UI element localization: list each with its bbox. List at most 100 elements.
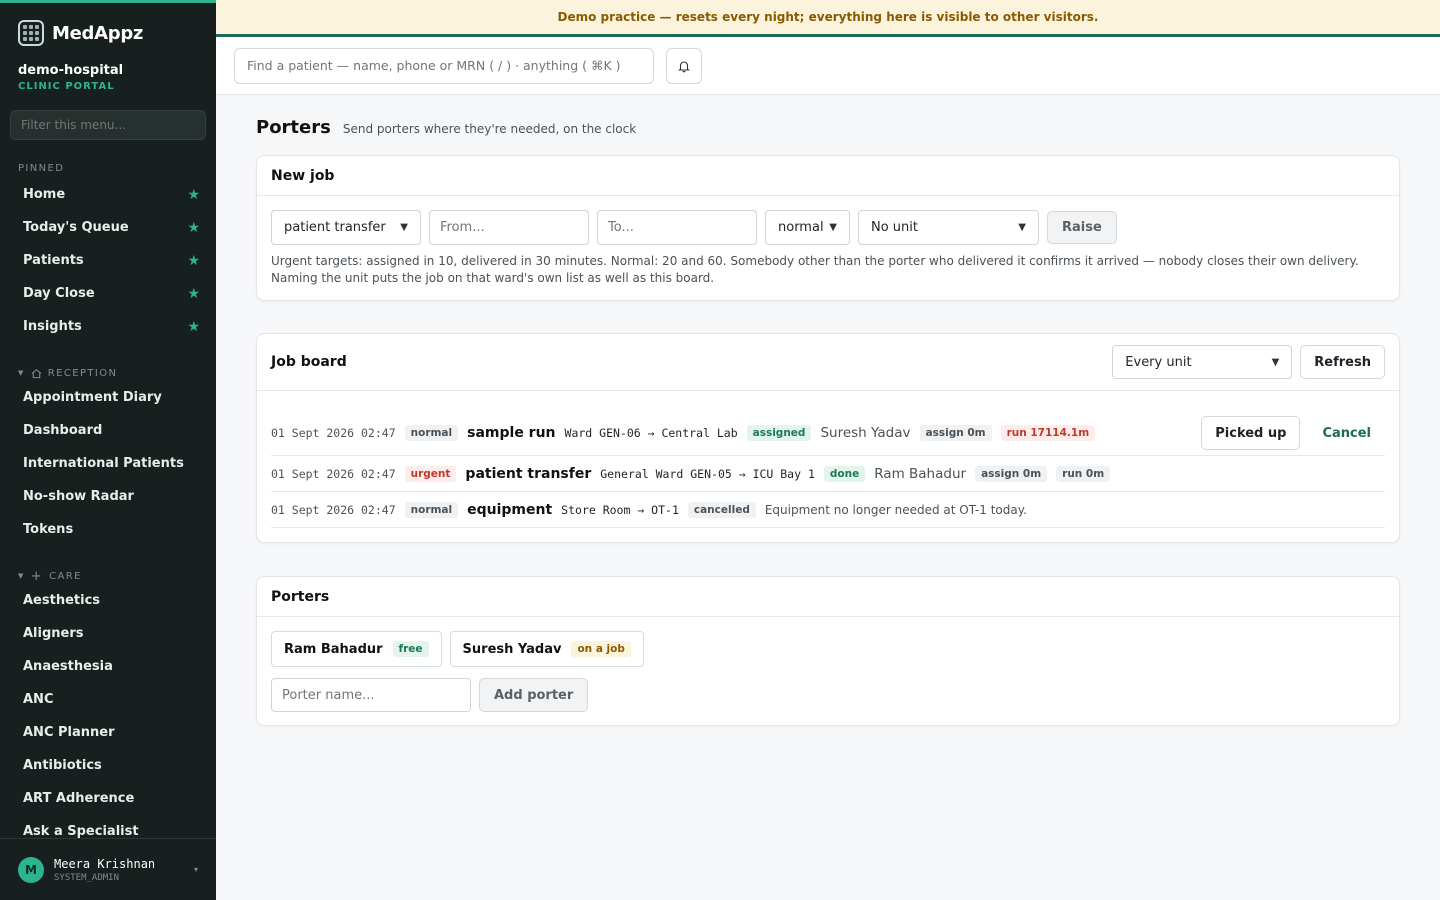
star-icon[interactable]: ★ [187, 319, 200, 335]
chevron-down-icon: ▼ [1018, 222, 1026, 233]
sidebar-item-todays-queue[interactable]: Today's Queue ★ [0, 211, 216, 244]
unit-filter-select[interactable]: Every unit ▼ [1112, 345, 1293, 379]
priority-badge: normal [404, 425, 459, 441]
status-badge: assigned [746, 425, 812, 441]
sidebar-item-aligners[interactable]: Aligners [0, 617, 216, 650]
job-type: sample run [467, 425, 556, 441]
job-type-select[interactable]: patient transfer ▼ [271, 210, 421, 245]
user-menu[interactable]: M Meera Krishnan SYSTEM_ADMIN ▾ [0, 838, 216, 900]
job-note: Equipment no longer needed at OT-1 today… [764, 502, 1027, 517]
menu-filter-input[interactable] [10, 110, 206, 140]
cancel-button[interactable]: Cancel [1308, 426, 1385, 441]
job-time: 01 Sept 2026 02:47 [271, 426, 396, 440]
job-board-card: Job board Every unit ▼ Refresh 01 Sept 20… [256, 333, 1400, 543]
new-job-card: New job patient transfer▼ normal▼ No uni… [256, 155, 1400, 301]
section-label-reception[interactable]: ▼ RECEPTION [0, 365, 216, 381]
brand-name: MedAppz [52, 22, 144, 44]
section-label-pinned: PINNED [18, 162, 65, 174]
porter-chip[interactable]: Ram Bahadur free [271, 631, 442, 667]
run-time-badge: run 17114.1m [1000, 425, 1096, 441]
new-job-hint: Urgent targets: assigned in 10, delivere… [271, 254, 1359, 285]
porter-name-input[interactable] [271, 678, 471, 712]
caret-down-icon: ▼ [18, 369, 25, 377]
job-board-title: Job board [271, 354, 347, 370]
sidebar: MedAppz demo-hospital CLINIC PORTAL PINN… [0, 0, 216, 900]
user-role: SYSTEM_ADMIN [54, 872, 120, 883]
picked-up-button[interactable]: Picked up [1201, 416, 1301, 450]
assigned-porter: Ram Bahadur [874, 465, 967, 482]
sidebar-item-anc[interactable]: ANC [0, 683, 216, 716]
chevron-down-icon: ▼ [829, 222, 837, 233]
star-icon[interactable]: ★ [187, 187, 200, 203]
sidebar-item-day-close[interactable]: Day Close ★ [0, 277, 216, 310]
star-icon[interactable]: ★ [187, 286, 200, 302]
org-name: demo-hospital [18, 63, 124, 78]
porters-title: Porters [257, 577, 1399, 617]
job-type: patient transfer [465, 465, 592, 482]
org-subtitle: CLINIC PORTAL [18, 81, 115, 92]
priority-badge: normal [404, 501, 459, 518]
porter-name: Ram Bahadur [284, 641, 383, 657]
chevron-down-icon: ▼ [1271, 356, 1280, 368]
page-header: Porters Send porters where they're neede… [256, 117, 1400, 138]
to-input[interactable] [597, 210, 757, 245]
bell-icon [678, 60, 690, 72]
from-input[interactable] [429, 210, 589, 245]
sidebar-item-patients[interactable]: Patients ★ [0, 244, 216, 277]
page-title: Porters [256, 117, 331, 138]
porter-chip[interactable]: Suresh Yadav on a job [449, 631, 644, 667]
priority-select[interactable]: normal ▼ [765, 210, 850, 245]
sidebar-item-appointment-diary[interactable]: Appointment Diary [0, 381, 216, 414]
new-job-title: New job [257, 156, 1399, 196]
job-time: 01 Sept 2026 02:47 [271, 502, 396, 517]
sidebar-item-tokens[interactable]: Tokens [0, 513, 216, 546]
porter-name: Suresh Yadav [462, 641, 562, 657]
sidebar-item-anc-planner[interactable]: ANC Planner [0, 716, 216, 749]
refresh-button[interactable]: Refresh [1300, 345, 1385, 379]
user-name: Meera Krishnan [54, 856, 156, 871]
sidebar-item-dashboard[interactable]: Dashboard [0, 414, 216, 447]
caret-down-icon: ▼ [18, 572, 25, 580]
porter-status-badge: on a job [571, 641, 631, 657]
main-content: Porters Send porters where they're neede… [256, 95, 1400, 726]
page-subtitle: Send porters where they're needed, on th… [342, 122, 637, 136]
assign-time-badge: assign 0m [919, 425, 992, 441]
run-time-badge: run 0m [1056, 465, 1111, 482]
patient-search-input[interactable] [234, 47, 654, 84]
sidebar-item-international-patients[interactable]: International Patients [0, 447, 216, 480]
brand-logo-icon [18, 20, 44, 46]
job-row: 01 Sept 2026 02:47 normal equipment Stor… [271, 492, 1385, 528]
sidebar-item-insights[interactable]: Insights ★ [0, 310, 216, 343]
star-icon[interactable]: ★ [187, 220, 200, 236]
job-type: equipment [467, 501, 553, 518]
job-time: 01 Sept 2026 02:47 [271, 466, 396, 481]
sidebar-item-no-show-radar[interactable]: No-show Radar [0, 480, 216, 513]
notifications-button[interactable] [666, 47, 702, 84]
unit-select[interactable]: No unit ▼ [858, 210, 1039, 245]
sidebar-item-aesthetics[interactable]: Aesthetics [0, 584, 216, 617]
sidebar-item-anaesthesia[interactable]: Anaesthesia [0, 650, 216, 683]
reception-icon [31, 368, 42, 378]
topbar [216, 37, 1440, 95]
avatar: M [18, 856, 44, 883]
status-badge: cancelled [687, 501, 756, 518]
porters-card: Porters Ram Bahadur free Suresh Yadav on… [256, 576, 1400, 726]
add-porter-button[interactable]: Add porter [479, 678, 589, 712]
plus-icon: + [30, 568, 44, 584]
sidebar-item-home[interactable]: Home ★ [0, 178, 216, 211]
brand[interactable]: MedAppz [0, 3, 216, 47]
raise-button[interactable]: Raise [1047, 211, 1117, 244]
chevron-icon: ▾ [193, 865, 198, 874]
status-badge: done [823, 465, 866, 482]
star-icon[interactable]: ★ [187, 253, 200, 269]
section-label-care[interactable]: ▼ + CARE [0, 568, 216, 584]
assigned-porter: Suresh Yadav [820, 425, 911, 441]
sidebar-item-art-adherence[interactable]: ART Adherence [0, 782, 216, 815]
chevron-down-icon: ▼ [400, 222, 408, 233]
job-route: Store Room → OT-1 [561, 502, 679, 517]
job-route: General Ward GEN-05 → ICU Bay 1 [600, 466, 815, 481]
sidebar-item-antibiotics[interactable]: Antibiotics [0, 749, 216, 782]
job-row: 01 Sept 2026 02:47 normal sample run War… [271, 391, 1385, 456]
job-route: Ward GEN-06 → Central Lab [564, 426, 738, 440]
org-info: demo-hospital CLINIC PORTAL [0, 47, 216, 92]
